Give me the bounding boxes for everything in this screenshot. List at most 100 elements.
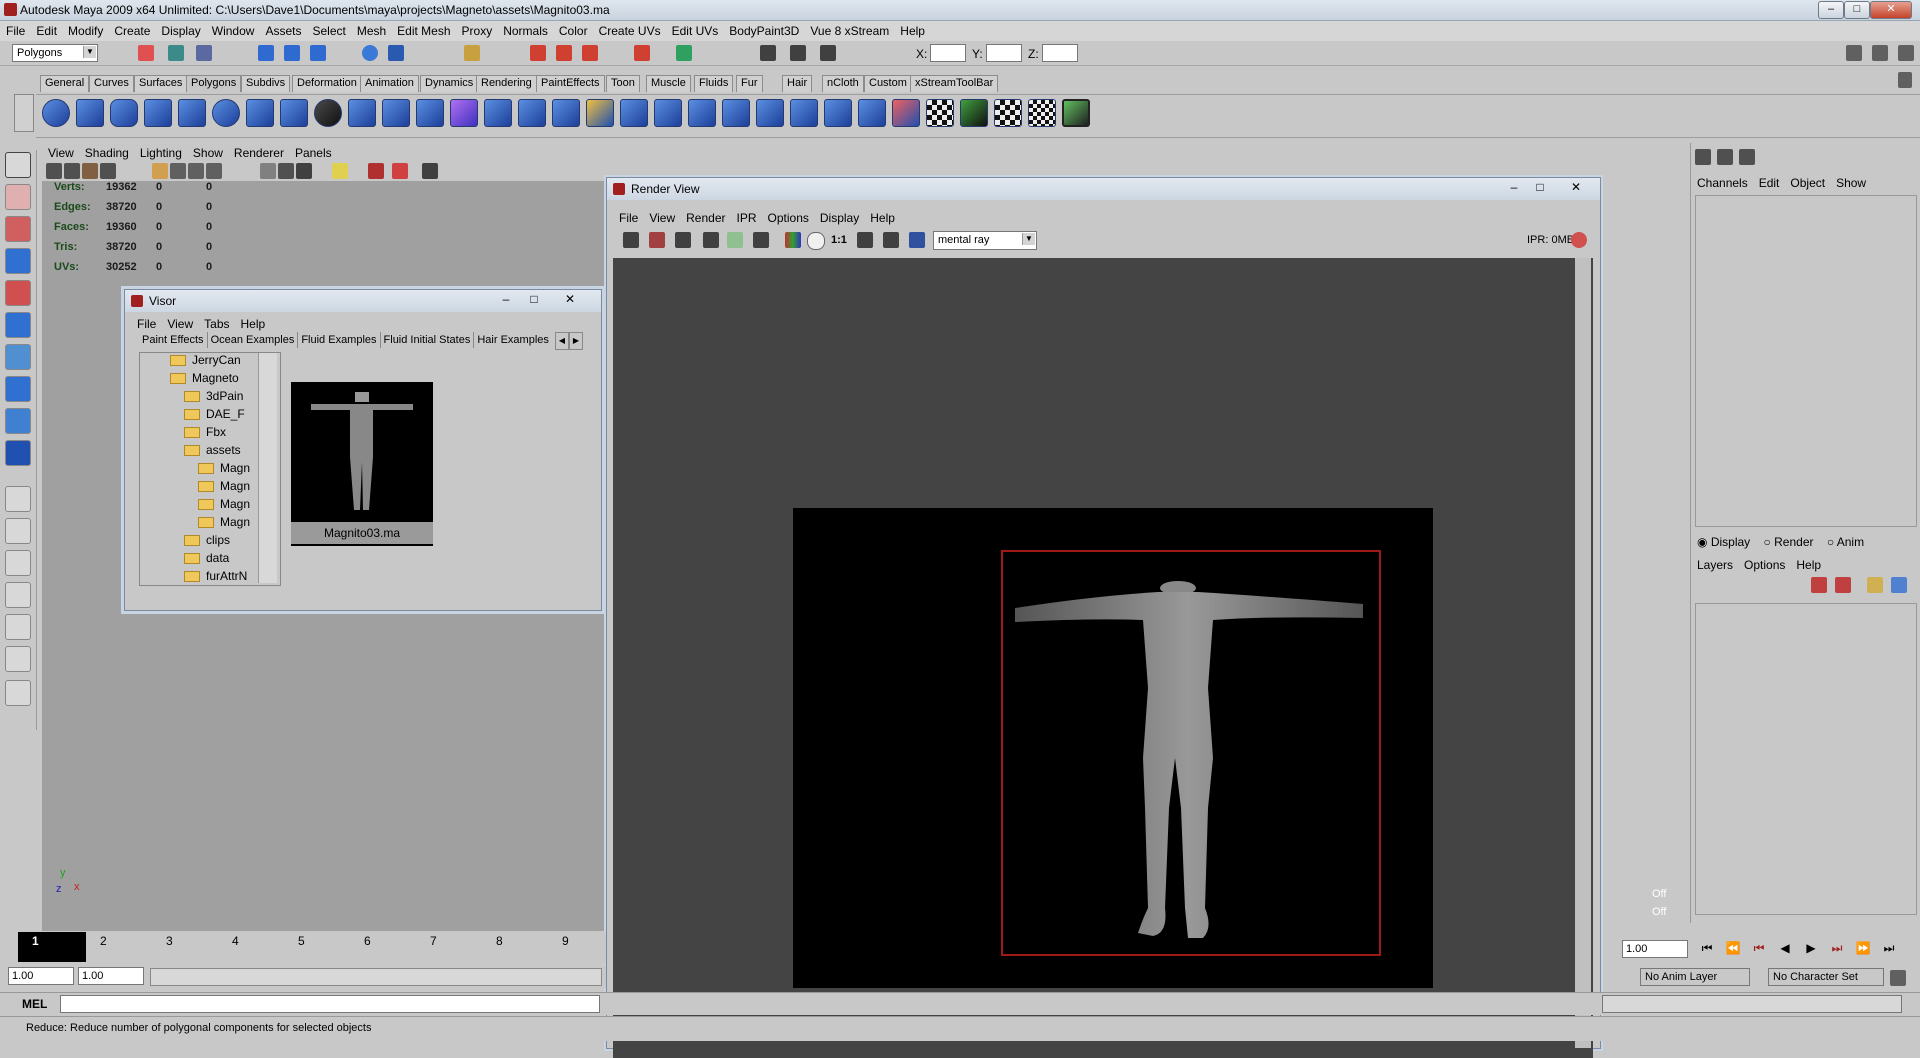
layers-help-menu[interactable]: Help <box>1790 555 1826 572</box>
render-frame-icon[interactable] <box>760 45 776 61</box>
layout-four-icon[interactable] <box>5 518 31 544</box>
tree-item[interactable]: Magn <box>220 461 250 475</box>
menu-edit-uvs[interactable]: Edit UVs <box>666 21 724 38</box>
character-set-select[interactable]: No Character Set <box>1768 968 1884 986</box>
panel-menu-panels[interactable]: Panels <box>289 143 337 160</box>
select-component-icon[interactable] <box>310 45 326 61</box>
tab-animation[interactable]: Animation <box>360 75 419 92</box>
image-plane-icon[interactable] <box>100 163 116 179</box>
tree-item[interactable]: 3dPain <box>206 389 243 403</box>
layer-down-icon[interactable] <box>1891 577 1907 593</box>
tab-surfaces[interactable]: Surfaces <box>134 75 188 92</box>
hud-icon[interactable] <box>422 163 438 179</box>
poly-pipe-icon[interactable] <box>280 99 308 127</box>
current-time-field[interactable]: 1.00 <box>1622 940 1688 958</box>
close-button[interactable]: ✕ <box>559 292 581 306</box>
radio-anim-icon[interactable]: ○ <box>1827 535 1834 549</box>
tab-muscle[interactable]: Muscle <box>646 75 691 92</box>
close-button[interactable]: ✕ <box>1565 180 1587 194</box>
menu-help[interactable]: Help <box>894 21 930 38</box>
menu-normals[interactable]: Normals <box>497 21 553 38</box>
poly-plane-icon[interactable] <box>178 99 206 127</box>
layout-single-icon[interactable] <box>5 486 31 512</box>
menu-file[interactable]: File <box>0 21 30 38</box>
redo-render-icon[interactable] <box>623 232 639 248</box>
minimize-button[interactable]: – <box>1503 180 1525 194</box>
tab-curves[interactable]: Curves <box>89 75 134 92</box>
triangulate-icon[interactable] <box>518 99 546 127</box>
channel-box-icon[interactable] <box>1898 45 1914 61</box>
minimize-button[interactable]: – <box>495 292 517 306</box>
rotate-tool-icon[interactable] <box>5 280 31 306</box>
textured-icon[interactable] <box>296 163 312 179</box>
start-time-field[interactable]: 1.00 <box>8 967 74 985</box>
play-backwards-icon[interactable]: ◀ <box>1774 938 1796 958</box>
merge-icon[interactable] <box>858 99 886 127</box>
wireframe-icon[interactable] <box>260 163 276 179</box>
step-forward-icon[interactable]: ⏩ <box>1852 938 1874 958</box>
rv-menu-help[interactable]: Help <box>864 208 900 225</box>
alpha-channel-icon[interactable] <box>807 232 825 250</box>
grid-toggle-icon[interactable] <box>152 163 168 179</box>
visor-tab-ocean-examples[interactable]: Ocean Examples <box>208 332 299 348</box>
show-manip-icon[interactable] <box>5 408 31 434</box>
scale-tool-icon[interactable] <box>5 312 31 338</box>
film-gate-icon[interactable] <box>170 163 186 179</box>
combine-icon[interactable] <box>348 99 376 127</box>
z-field[interactable] <box>1042 44 1078 62</box>
soft-mod-icon[interactable] <box>5 376 31 402</box>
radio-anim-label[interactable]: Anim <box>1837 535 1864 549</box>
panel-menu-shading[interactable]: Shading <box>79 143 134 160</box>
resolution-gate-icon[interactable] <box>188 163 204 179</box>
layout-persp-graph-icon[interactable] <box>5 582 31 608</box>
ratio-label[interactable]: 1:1 <box>831 234 847 246</box>
tree-item[interactable]: JerryCan <box>192 353 241 367</box>
append-icon[interactable] <box>688 99 716 127</box>
tab-polygons[interactable]: Polygons <box>186 75 242 92</box>
menu-set-select[interactable]: Polygons ▼ <box>12 44 98 62</box>
tab-dynamics[interactable]: Dynamics <box>420 75 479 92</box>
tab-custom[interactable]: Custom <box>864 75 912 92</box>
tree-item[interactable]: furAttrN <box>206 569 247 583</box>
tab-scroll-left[interactable]: ◀ <box>555 332 569 350</box>
magnet3-icon[interactable] <box>582 45 598 61</box>
menu-display[interactable]: Display <box>155 21 205 38</box>
menu-vue[interactable]: Vue 8 xStream <box>804 21 894 38</box>
menu-color[interactable]: Color <box>553 21 593 38</box>
new-scene-icon[interactable] <box>138 45 154 61</box>
lights-icon[interactable] <box>332 163 348 179</box>
radio-render-label[interactable]: Render <box>1774 535 1813 549</box>
tab-fluids[interactable]: Fluids <box>694 75 734 92</box>
smooth-icon[interactable] <box>450 99 478 127</box>
vertical-scrollbar[interactable] <box>1575 258 1591 1048</box>
tab-hair[interactable]: Hair <box>782 75 813 92</box>
visor-menu-file[interactable]: File <box>131 314 161 331</box>
menu-create-uvs[interactable]: Create UVs <box>593 21 666 38</box>
maximize-button[interactable]: □ <box>1529 180 1551 194</box>
tab-xstreamtoolbar[interactable]: xStreamToolBar <box>910 75 999 92</box>
layers-options-menu[interactable]: Options <box>1738 555 1790 572</box>
channel-layout2-icon[interactable] <box>1717 149 1733 165</box>
tab-scroll-right[interactable]: ▶ <box>569 332 583 350</box>
magnet4-icon[interactable] <box>634 45 650 61</box>
channel-layout3-icon[interactable] <box>1739 149 1755 165</box>
bridge-icon[interactable] <box>654 99 682 127</box>
safe-action-icon[interactable] <box>206 163 222 179</box>
fill-hole-icon[interactable] <box>586 99 614 127</box>
paint-select-icon[interactable] <box>5 216 31 242</box>
rv-menu-options[interactable]: Options <box>762 208 814 225</box>
bevel-icon[interactable] <box>824 99 852 127</box>
step-back-icon[interactable]: ⏪ <box>1722 938 1744 958</box>
rv-menu-display[interactable]: Display <box>814 208 864 225</box>
panel-menu-show[interactable]: Show <box>187 143 228 160</box>
renderer-select[interactable]: mental ray ▼ <box>933 231 1037 250</box>
tree-item[interactable]: assets <box>206 443 241 457</box>
menu-edit-mesh[interactable]: Edit Mesh <box>391 21 455 38</box>
tab-deformation[interactable]: Deformation <box>292 75 362 92</box>
camera-attr-icon[interactable] <box>64 163 80 179</box>
layout-side-icon[interactable] <box>5 550 31 576</box>
layer-up-icon[interactable] <box>1867 577 1883 593</box>
tree-item[interactable]: Magneto <box>192 371 239 385</box>
channel-layout-icon[interactable] <box>1695 149 1711 165</box>
rv-menu-render[interactable]: Render <box>680 208 730 225</box>
